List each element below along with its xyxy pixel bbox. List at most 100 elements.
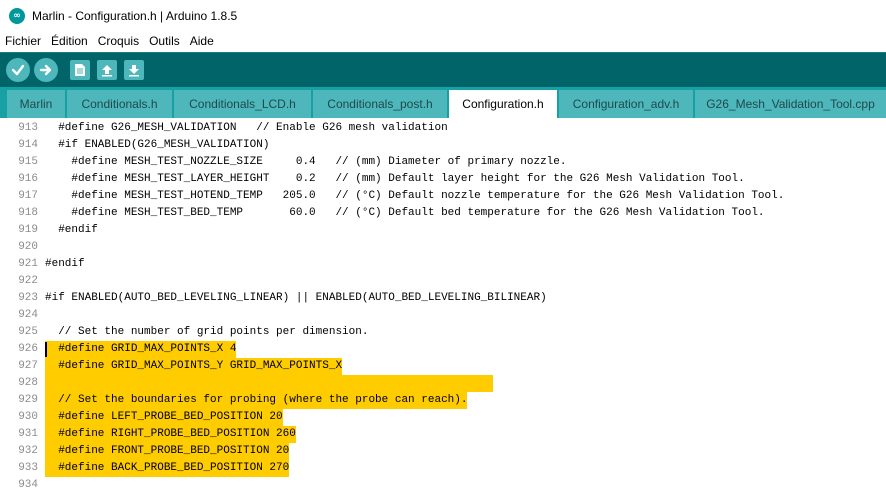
code-line[interactable]: 934 — [0, 477, 886, 494]
code-line[interactable]: 919 #endif — [0, 222, 886, 239]
menu-croquis[interactable]: Croquis — [93, 34, 144, 48]
toolbar — [0, 52, 886, 87]
code-line[interactable]: 915 #define MESH_TEST_NOZZLE_SIZE 0.4 //… — [0, 154, 886, 171]
tab-bar: Marlin Conditionals.h Conditionals_LCD.h… — [0, 87, 886, 118]
code-line[interactable]: 917 #define MESH_TEST_HOTEND_TEMP 205.0 … — [0, 188, 886, 205]
open-icon — [102, 65, 112, 77]
code-text: #define FRONT_PROBE_BED_POSITION 20 — [45, 443, 290, 460]
code-line[interactable]: 923 #if ENABLED(AUTO_BED_LEVELING_LINEAR)… — [0, 290, 886, 307]
line-number: 925 — [18, 326, 38, 338]
line-number: 918 — [18, 207, 38, 219]
menu-bar: Fichier Édition Croquis Outils Aide — [0, 31, 886, 51]
code-line[interactable]: 920 — [0, 239, 886, 256]
code-text: #define MESH_TEST_HOTEND_TEMP 205.0 // (… — [45, 188, 784, 205]
verify-button[interactable] — [6, 58, 30, 82]
code-line[interactable]: 933 #define BACK_PROBE_BED_POSITION 270 — [0, 460, 886, 477]
line-number: 913 — [18, 122, 38, 134]
tab-conditionals-lcd[interactable]: Conditionals_LCD.h — [174, 90, 311, 118]
line-number: 920 — [18, 241, 38, 253]
line-number: 931 — [18, 428, 38, 440]
code-text-content: #define MESH_TEST_BED_TEMP 60.0 // (°C) … — [45, 207, 765, 219]
code-text: #define MESH_TEST_BED_TEMP 60.0 // (°C) … — [45, 205, 765, 222]
menu-outils[interactable]: Outils — [144, 34, 185, 48]
code-text: #define GRID_MAX_POINTS_X 4 — [45, 341, 237, 358]
upload-button[interactable] — [34, 58, 58, 82]
code-text-content: #define GRID_MAX_POINTS_Y GRID_MAX_POINT… — [45, 358, 343, 375]
code-text: #if ENABLED(G26_MESH_VALIDATION) — [45, 137, 269, 154]
code-text-content: #define RIGHT_PROBE_BED_POSITION 260 — [45, 426, 296, 443]
code-text: // Set the boundaries for probing (where… — [45, 392, 468, 409]
tab-conditionals-post[interactable]: Conditionals_post.h — [313, 90, 447, 118]
code-text: #if ENABLED(AUTO_BED_LEVELING_LINEAR) ||… — [45, 290, 547, 307]
save-button[interactable] — [124, 60, 144, 80]
code-text: #define LEFT_PROBE_BED_POSITION 20 — [45, 409, 283, 426]
code-line[interactable]: 928 — [0, 375, 886, 392]
line-number: 930 — [18, 411, 38, 423]
new-button[interactable] — [70, 60, 90, 80]
line-number: 932 — [18, 445, 38, 457]
window-title: Marlin - Configuration.h | Arduino 1.8.5 — [32, 8, 238, 23]
code-line[interactable]: 922 — [0, 273, 886, 290]
code-text: #define RIGHT_PROBE_BED_POSITION 260 — [45, 426, 296, 443]
line-number: 924 — [18, 309, 38, 321]
tab-conditionals[interactable]: Conditionals.h — [67, 90, 172, 118]
code-text-content: #if ENABLED(G26_MESH_VALIDATION) — [45, 139, 270, 151]
code-line[interactable]: 914 #if ENABLED(G26_MESH_VALIDATION) — [0, 137, 886, 154]
code-line[interactable]: 931 #define RIGHT_PROBE_BED_POSITION 260 — [0, 426, 886, 443]
code-text-content: #define GRID_MAX_POINTS_X 4 — [45, 341, 237, 358]
code-line[interactable]: 925 // Set the number of grid points per… — [0, 324, 886, 341]
save-icon — [129, 65, 139, 77]
line-number: 915 — [18, 156, 38, 168]
tab-configuration[interactable]: Configuration.h — [449, 90, 557, 118]
line-number: 916 — [18, 173, 38, 185]
code-text: #define GRID_MAX_POINTS_Y GRID_MAX_POINT… — [45, 358, 343, 375]
line-number: 919 — [18, 224, 38, 236]
code-text-content: #define MESH_TEST_NOZZLE_SIZE 0.4 // (mm… — [45, 156, 567, 168]
line-number: 922 — [18, 275, 38, 287]
code-editor[interactable]: 913 #define G26_MESH_VALIDATION // Enabl… — [0, 118, 886, 498]
menu-edition[interactable]: Édition — [46, 34, 93, 48]
open-button[interactable] — [97, 60, 117, 80]
code-text: #define G26_MESH_VALIDATION // Enable G2… — [45, 120, 448, 137]
arduino-logo-icon: ∞ — [9, 7, 25, 24]
code-text: #define MESH_TEST_LAYER_HEIGHT 0.2 // (m… — [45, 171, 744, 188]
new-icon — [75, 64, 85, 76]
code-line[interactable]: 924 — [0, 307, 886, 324]
line-number: 929 — [18, 394, 38, 406]
line-number: 917 — [18, 190, 38, 202]
code-line[interactable]: 932 #define FRONT_PROBE_BED_POSITION 20 — [0, 443, 886, 460]
code-line[interactable]: 926 #define GRID_MAX_POINTS_X 4 — [0, 341, 886, 358]
code-line[interactable]: 916 #define MESH_TEST_LAYER_HEIGHT 0.2 /… — [0, 171, 886, 188]
code-line[interactable]: 929 // Set the boundaries for probing (w… — [0, 392, 886, 409]
code-line[interactable]: 918 #define MESH_TEST_BED_TEMP 60.0 // (… — [0, 205, 886, 222]
text-cursor — [45, 342, 47, 357]
code-text-content: // Set the number of grid points per dim… — [45, 326, 369, 338]
code-text: // Set the number of grid points per dim… — [45, 324, 368, 341]
tab-marlin[interactable]: Marlin — [7, 90, 65, 118]
code-text-content: // Set the boundaries for probing (where… — [45, 392, 468, 409]
line-number: 927 — [18, 360, 38, 372]
code-line[interactable]: 921 #endif — [0, 256, 886, 273]
line-number: 934 — [18, 479, 38, 491]
code-text-content: #define BACK_PROBE_BED_POSITION 270 — [45, 460, 290, 477]
code-text-content: #endif — [45, 224, 98, 236]
menu-aide[interactable]: Aide — [185, 34, 219, 48]
code-line[interactable]: 927 #define GRID_MAX_POINTS_Y GRID_MAX_P… — [0, 358, 886, 375]
code-line[interactable]: 913 #define G26_MESH_VALIDATION // Enabl… — [0, 120, 886, 137]
title-bar: ∞ Marlin - Configuration.h | Arduino 1.8… — [0, 0, 886, 31]
menu-fichier[interactable]: Fichier — [0, 34, 46, 48]
line-number: 923 — [18, 292, 38, 304]
code-text: #define MESH_TEST_NOZZLE_SIZE 0.4 // (mm… — [45, 154, 567, 171]
verify-icon — [11, 64, 25, 76]
tab-configuration-adv[interactable]: Configuration_adv.h — [559, 90, 693, 118]
code-text-content — [45, 375, 493, 392]
line-number: 926 — [18, 343, 38, 355]
code-text: #define BACK_PROBE_BED_POSITION 270 — [45, 460, 290, 477]
code-line[interactable]: 930 #define LEFT_PROBE_BED_POSITION 20 — [0, 409, 886, 426]
code-text-content: #endif — [45, 258, 85, 270]
line-number: 933 — [18, 462, 38, 474]
code-text-content: #define MESH_TEST_HOTEND_TEMP 205.0 // (… — [45, 190, 785, 202]
code-text: #endif — [45, 222, 98, 239]
tab-g26-mesh-validation-tool[interactable]: G26_Mesh_Validation_Tool.cpp — [695, 90, 886, 118]
code-text-content: #define G26_MESH_VALIDATION // Enable G2… — [45, 122, 448, 134]
